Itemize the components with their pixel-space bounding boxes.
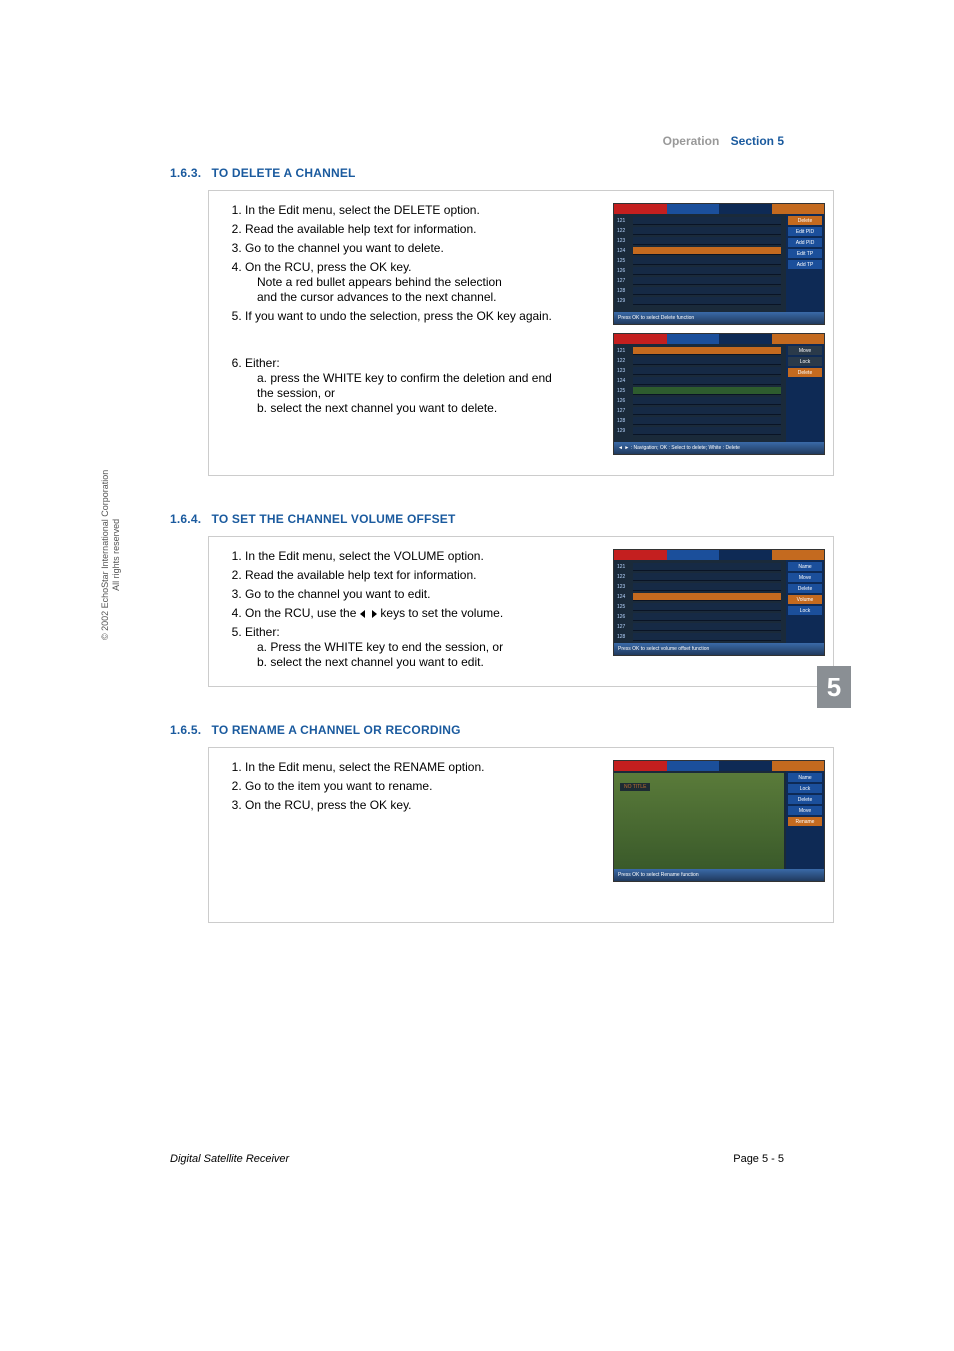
step-163-4-note2: and the cursor advances to the next chan… (257, 290, 563, 305)
step-163-2: Read the available help text for informa… (245, 222, 563, 237)
tv-165-side-0: Name (788, 773, 822, 782)
tv-163-1-side-0: Delete (788, 216, 822, 225)
tv-163-1-side-3: Edit TP (788, 249, 822, 258)
heading-163: 1.6.3. TO DELETE A CHANNEL (170, 166, 834, 180)
tv-163-1-side-2: Add PID (788, 238, 822, 247)
steps-165: In the Edit menu, select the RENAME opti… (223, 760, 563, 813)
tv-165-side-2: Delete (788, 795, 822, 804)
step-163-3: Go to the channel you want to delete. (245, 241, 563, 256)
block-164: In the Edit menu, select the VOLUME opti… (208, 536, 834, 687)
steps-163-a: In the Edit menu, select the DELETE opti… (223, 203, 563, 324)
tv-163-1: Delete Edit PID Add PID Edit TP Add TP 1… (613, 203, 825, 325)
tv-163-1-side-4: Add TP (788, 260, 822, 269)
tv-164-side-1: Move (788, 573, 822, 582)
page-header: Operation Section 5 (663, 134, 784, 148)
header-operation: Operation (663, 134, 720, 148)
step-164-2: Read the available help text for informa… (245, 568, 563, 583)
step-163-4-note1: Note a red bullet appears behind the sel… (257, 275, 563, 290)
tv-163-2-tab-2: Delete (788, 368, 822, 377)
block-163: In the Edit menu, select the DELETE opti… (208, 190, 834, 476)
tv-165: Name Lock Delete Move Rename NO TITLE Pr… (613, 760, 825, 882)
step-164-5-a: a. Press the WHITE key to end the sessio… (257, 640, 563, 655)
tv-163-2-tab-1: Lock (788, 357, 822, 366)
steps-164: In the Edit menu, select the VOLUME opti… (223, 549, 563, 670)
block-165-text: In the Edit menu, select the RENAME opti… (223, 760, 563, 817)
heading-165-title: TO RENAME A CHANNEL OR RECORDING (212, 723, 461, 737)
heading-164-num: 1.6.4. (170, 512, 208, 526)
section-edge-tab: 5 (817, 666, 851, 708)
tv-163-2: Move Lock Delete 121 122 123 124 125 126… (613, 333, 825, 455)
block-163-images: Delete Edit PID Add PID Edit TP Add TP 1… (613, 203, 823, 463)
tv-163-2-tab-0: Move (788, 346, 822, 355)
steps-163-b: Either: a. press the WHITE key to confir… (223, 356, 563, 416)
step-164-5: Either: a. Press the WHITE key to end th… (245, 625, 563, 670)
header-section: Section 5 (731, 134, 784, 148)
step-164-1: In the Edit menu, select the VOLUME opti… (245, 549, 563, 564)
tv-163-2-prompt: ◄ ► : Navigation; OK : Select to delete;… (614, 442, 824, 454)
step-163-4-text: On the RCU, press the OK key. (245, 260, 412, 274)
step-165-3: On the RCU, press the OK key. (245, 798, 563, 813)
step-163-6-b: b. select the next channel you want to d… (257, 401, 563, 416)
footer-left: Digital Satellite Receiver (170, 1153, 289, 1165)
footer-right: Page 5 - 5 (733, 1153, 784, 1165)
tv-164-prompt: Press OK to select volume offset functio… (614, 643, 824, 655)
page-footer: Digital Satellite Receiver Page 5 - 5 (170, 1153, 784, 1165)
block-165: In the Edit menu, select the RENAME opti… (208, 747, 834, 923)
heading-163-num: 1.6.3. (170, 166, 208, 180)
tv-164: Name Move Delete Volume Lock 121 122 123… (613, 549, 825, 656)
step-164-4: On the RCU, use the keys to set the volu… (245, 606, 563, 621)
arrow-right-icon (372, 610, 377, 618)
block-164-text: In the Edit menu, select the VOLUME opti… (223, 549, 563, 674)
step-163-5: If you want to undo the selection, press… (245, 309, 563, 324)
step-163-1: In the Edit menu, select the DELETE opti… (245, 203, 563, 218)
tv-164-side-4: Lock (788, 606, 822, 615)
block-164-images: Name Move Delete Volume Lock 121 122 123… (613, 549, 823, 664)
step-165-2: Go to the item you want to rename. (245, 779, 563, 794)
step-164-4-post: keys to set the volume. (380, 606, 503, 620)
tv-165-side-1: Lock (788, 784, 822, 793)
step-164-5-b: b. select the next channel you want to e… (257, 655, 563, 670)
tv-164-side-0: Name (788, 562, 822, 571)
step-163-6: Either: a. press the WHITE key to confir… (245, 356, 563, 416)
step-164-5-lead: Either: (245, 625, 280, 639)
page: Operation Section 5 © 2002 EchoStar Inte… (0, 0, 954, 1351)
heading-165-num: 1.6.5. (170, 723, 208, 737)
step-164-4-pre: On the RCU, use the (245, 606, 356, 620)
tv-165-title-label: NO TITLE (620, 783, 650, 791)
arrow-left-icon (360, 610, 365, 618)
step-163-4: On the RCU, press the OK key. Note a red… (245, 260, 563, 305)
copyright-line2: All rights reserved (111, 519, 121, 591)
step-165-1: In the Edit menu, select the RENAME opti… (245, 760, 563, 775)
step-163-6-a: a. press the WHITE key to confirm the de… (257, 371, 563, 401)
heading-164-title: TO SET THE CHANNEL VOLUME OFFSET (212, 512, 456, 526)
tv-164-side-3: Volume (788, 595, 822, 604)
copyright-side: © 2002 EchoStar International Corporatio… (100, 470, 122, 640)
block-163-text: In the Edit menu, select the DELETE opti… (223, 203, 563, 420)
copyright-line1: © 2002 EchoStar International Corporatio… (100, 470, 110, 640)
tv-165-side-3: Move (788, 806, 822, 815)
heading-164: 1.6.4. TO SET THE CHANNEL VOLUME OFFSET (170, 512, 834, 526)
tv-163-1-side-1: Edit PID (788, 227, 822, 236)
step-163-6-lead: Either: (245, 356, 280, 370)
tv-163-1-prompt: Press OK to select Delete function (614, 312, 824, 324)
step-164-3: Go to the channel you want to edit. (245, 587, 563, 602)
tv-165-side-4: Rename (788, 817, 822, 826)
heading-163-title: TO DELETE A CHANNEL (212, 166, 356, 180)
tv-164-side-2: Delete (788, 584, 822, 593)
tv-165-prompt: Press OK to select Rename function (614, 869, 824, 881)
block-165-images: Name Lock Delete Move Rename NO TITLE Pr… (613, 760, 823, 890)
heading-165: 1.6.5. TO RENAME A CHANNEL OR RECORDING (170, 723, 834, 737)
